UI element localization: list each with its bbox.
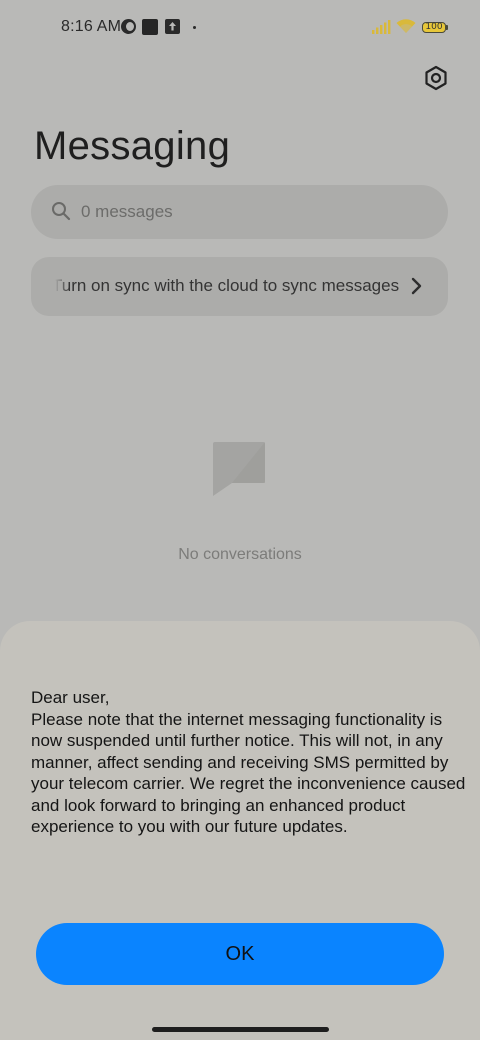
chevron-right-icon — [409, 277, 423, 300]
status-time: 8:16 AM — [61, 18, 122, 35]
notification-dot-icon — [193, 26, 196, 29]
search-input[interactable] — [81, 185, 421, 239]
battery-icon: 100 — [422, 22, 446, 33]
settings-icon — [423, 65, 449, 96]
search-icon — [51, 201, 71, 226]
square-notification-icon — [142, 19, 158, 35]
moon-icon — [121, 19, 136, 34]
status-bar: 8:16 AM 100 — [0, 0, 480, 56]
empty-state-label: No conversations — [178, 546, 302, 563]
page-title: Messaging — [34, 124, 231, 168]
sync-text-container: Turn on sync with the cloud to sync mess… — [55, 257, 423, 316]
settings-button[interactable] — [421, 65, 451, 95]
sync-banner[interactable]: Turn on sync with the cloud to sync mess… — [31, 257, 448, 316]
notice-dialog: Dear user, Please note that the internet… — [0, 621, 480, 1040]
signal-icon — [372, 20, 392, 39]
wifi-icon — [396, 18, 416, 39]
home-indicator[interactable] — [152, 1027, 329, 1032]
sync-fade-left — [55, 257, 69, 316]
sync-banner-text: Turn on sync with the cloud to sync mess… — [55, 276, 400, 295]
dialog-message: Dear user, Please note that the internet… — [31, 688, 466, 836]
battery-tip — [446, 25, 448, 30]
empty-message-icon — [212, 441, 266, 502]
ok-button[interactable]: OK — [36, 923, 444, 985]
upload-icon — [165, 19, 180, 34]
search-bar[interactable] — [31, 185, 448, 239]
